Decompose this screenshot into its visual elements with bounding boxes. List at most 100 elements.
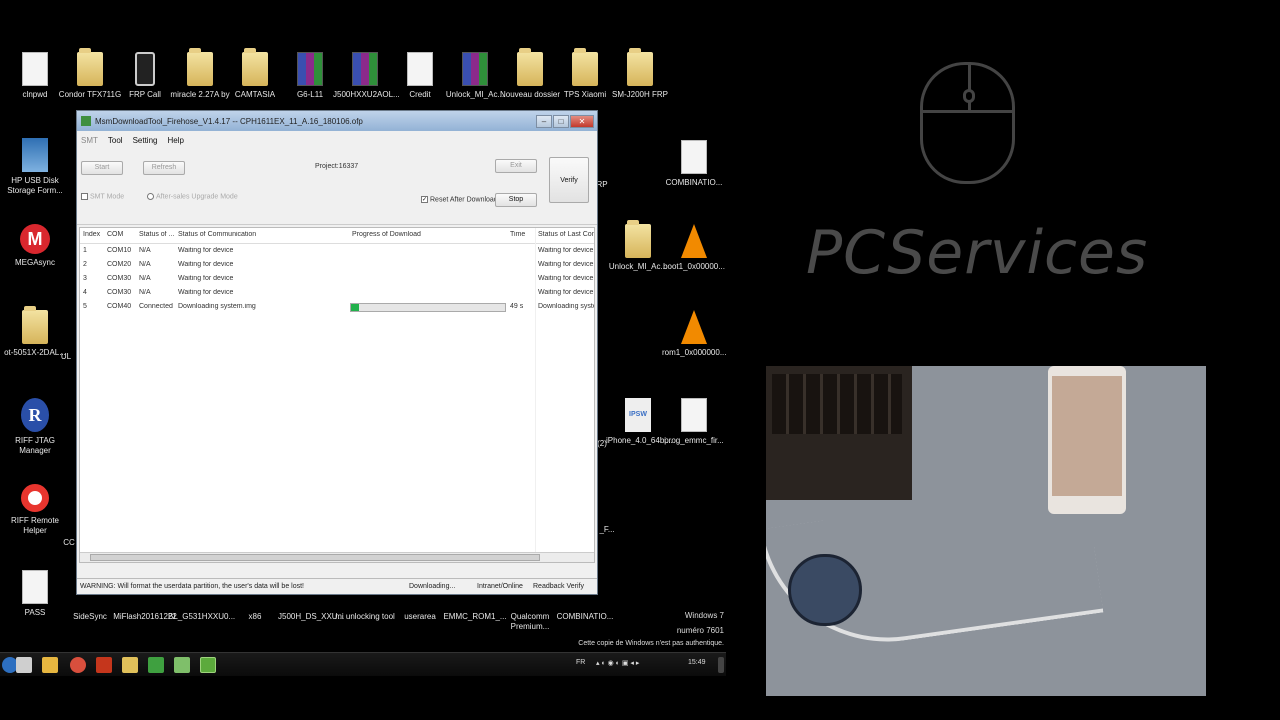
- mouse-image: [788, 554, 862, 626]
- desktop-icon[interactable]: ot-5051X-2DAL...: [3, 306, 67, 358]
- col-index[interactable]: Index: [83, 231, 100, 238]
- window-titlebar[interactable]: MsmDownloadTool_Firehose_V1.4.17 -- CPH1…: [77, 111, 597, 131]
- taskbar: FR ▴ ◐ ◉ ◐ ▣ ◂ ▸ 15:49: [0, 652, 726, 676]
- cell-com: COM30: [107, 289, 132, 296]
- folder-icon: [77, 48, 103, 86]
- table-row[interactable]: 5 COM40 Connected Downloading system.img 49 …: [80, 300, 594, 314]
- show-desktop-button[interactable]: [718, 657, 724, 673]
- desktop-icon[interactable]: SM-J200H FRP: [608, 48, 672, 100]
- exit-button[interactable]: Exit: [495, 159, 537, 173]
- language-indicator[interactable]: FR: [576, 659, 585, 666]
- verify-button[interactable]: Verify: [549, 157, 589, 203]
- desktop-icon[interactable]: HP USB Disk Storage Form...: [3, 138, 67, 196]
- cell-com: COM30: [107, 275, 132, 282]
- desktop-icon[interactable]: M MEGAsync: [3, 224, 67, 268]
- clock[interactable]: 15:49: [688, 659, 706, 666]
- msm-download-window[interactable]: MsmDownloadTool_Firehose_V1.4.17 -- CPH1…: [76, 110, 598, 595]
- cone-icon: [681, 310, 707, 344]
- desktop-icon[interactable]: COMBINATIO...: [553, 596, 617, 622]
- desktop-icon-label: HP USB Disk Storage Form...: [7, 176, 63, 195]
- col-progress[interactable]: Progress of Download: [352, 231, 421, 238]
- cell-last-comm: Waiting for device: [538, 261, 594, 268]
- desktop-icon[interactable]: boot1_0x00000...: [662, 224, 726, 272]
- col-status[interactable]: Status of ...: [139, 231, 175, 238]
- desktop-icon-label: CAMTASIA: [234, 90, 276, 99]
- cell-communication: Waiting for device: [178, 289, 234, 296]
- download-tool-icon[interactable]: [174, 657, 190, 673]
- scrollbar-thumb[interactable]: [90, 554, 540, 561]
- rar-icon: [297, 52, 323, 86]
- project-label: Project:16337: [315, 163, 359, 170]
- ipsw-icon: IPSW: [625, 398, 651, 432]
- cell-status: N/A: [139, 289, 151, 296]
- webcam-overlay: [766, 366, 1206, 696]
- cell-index: 2: [83, 261, 87, 268]
- tool-icon[interactable]: [122, 657, 138, 673]
- menu-smt[interactable]: SMT: [81, 136, 98, 145]
- menu-help[interactable]: Help: [167, 136, 183, 145]
- col-com[interactable]: COM: [107, 231, 123, 238]
- status-bar: WARNING: Will format the userdata partit…: [77, 578, 597, 594]
- close-button[interactable]: ✕: [570, 114, 594, 128]
- desktop-icon[interactable]: RIFF Remote Helper: [3, 484, 67, 536]
- desktop-icon-label: Unlock_MI_Ac...: [445, 90, 505, 99]
- table-row[interactable]: 3 COM30 N/A Waiting for device Waiting for d…: [80, 272, 594, 286]
- msm-tool-icon[interactable]: [148, 657, 164, 673]
- desktop-icon[interactable]: Unlock_MI_Ac...: [606, 220, 670, 272]
- menu-tool[interactable]: Tool: [108, 136, 123, 145]
- smt-mode-option[interactable]: SMT Mode: [81, 193, 124, 200]
- desktop-icon[interactable]: rom1_0x000000...: [662, 310, 727, 358]
- tray-icons[interactable]: ▴ ◐ ◉ ◐ ▣ ◂ ▸: [596, 659, 639, 667]
- col-time[interactable]: Time: [510, 231, 525, 238]
- after-sales-radio[interactable]: [147, 193, 154, 200]
- after-sales-option[interactable]: After-sales Upgrade Mode: [147, 193, 238, 200]
- table-row[interactable]: 2 COM20 N/A Waiting for device Waiting for d…: [80, 258, 594, 272]
- windows-build: numéro 7601: [676, 626, 724, 635]
- maximize-button[interactable]: □: [553, 114, 569, 128]
- desktop-icon-label: FRP Call: [129, 90, 161, 99]
- media-icon[interactable]: [96, 657, 112, 673]
- menu-setting[interactable]: Setting: [133, 136, 158, 145]
- desktop-icon[interactable]: R RIFF JTAG Manager: [3, 398, 67, 456]
- refresh-button[interactable]: Refresh: [143, 161, 185, 175]
- table-row[interactable]: 1 COM10 N/A Waiting for device Waiting for d…: [80, 244, 594, 258]
- device-table[interactable]: Index COM Status of ... Status of Commun…: [79, 227, 595, 563]
- desktop-icon-label: rom1_0x000000...: [662, 348, 727, 357]
- status-warning: WARNING: Will format the userdata partit…: [80, 583, 304, 590]
- desktop-icon[interactable]: COMBINATIO...: [662, 140, 726, 188]
- partial-label-ul: UL: [60, 352, 72, 361]
- chrome-icon[interactable]: [70, 657, 86, 673]
- reset-after-download-checkbox[interactable]: ✓: [421, 196, 428, 203]
- col-last-comm[interactable]: Status of Last Comm: [538, 231, 594, 238]
- stop-button[interactable]: Stop: [495, 193, 537, 207]
- folder-icon: [572, 48, 598, 86]
- desktop-icon-label: userarea: [404, 612, 436, 621]
- active-app-icon[interactable]: [200, 657, 216, 673]
- cell-last-comm: Waiting for device: [538, 275, 594, 282]
- cell-status: N/A: [139, 275, 151, 282]
- folder-icon: [187, 48, 213, 86]
- explorer-icon[interactable]: [16, 657, 32, 673]
- desktop-icon[interactable]: IPSW iPhone_4.0_64bi...: [606, 398, 673, 446]
- reset-after-download-option[interactable]: ✓ Reset After Download: [421, 196, 498, 203]
- mouse-logo-icon: [920, 62, 1015, 184]
- col-communication[interactable]: Status of Communication: [178, 231, 256, 238]
- usb-icon: [22, 138, 48, 172]
- desktop-icon-label: Condor TFX711G: [58, 90, 122, 99]
- table-header: Index COM Status of ... Status of Commun…: [80, 228, 594, 244]
- cell-status: N/A: [139, 261, 151, 268]
- folder-icon: [22, 306, 48, 344]
- desktop-icon[interactable]: prog_emmc_fir...: [662, 398, 726, 446]
- table-row[interactable]: 4 COM30 N/A Waiting for device Waiting for d…: [80, 286, 594, 300]
- minimize-button[interactable]: –: [536, 114, 552, 128]
- smt-mode-checkbox[interactable]: [81, 193, 88, 200]
- brand-watermark: PCServices: [806, 218, 1149, 288]
- menubar: SMT Tool Setting Help: [77, 131, 597, 149]
- cell-index: 5: [83, 303, 87, 310]
- horizontal-scrollbar[interactable]: [80, 552, 594, 562]
- start-button[interactable]: Start: [81, 161, 123, 175]
- desktop-icon-label: mi unlocking tool: [335, 612, 395, 621]
- folder-icon[interactable]: [42, 657, 58, 673]
- desktop-icon-label: prog_emmc_fir...: [664, 436, 724, 445]
- buoy-icon: [21, 484, 49, 512]
